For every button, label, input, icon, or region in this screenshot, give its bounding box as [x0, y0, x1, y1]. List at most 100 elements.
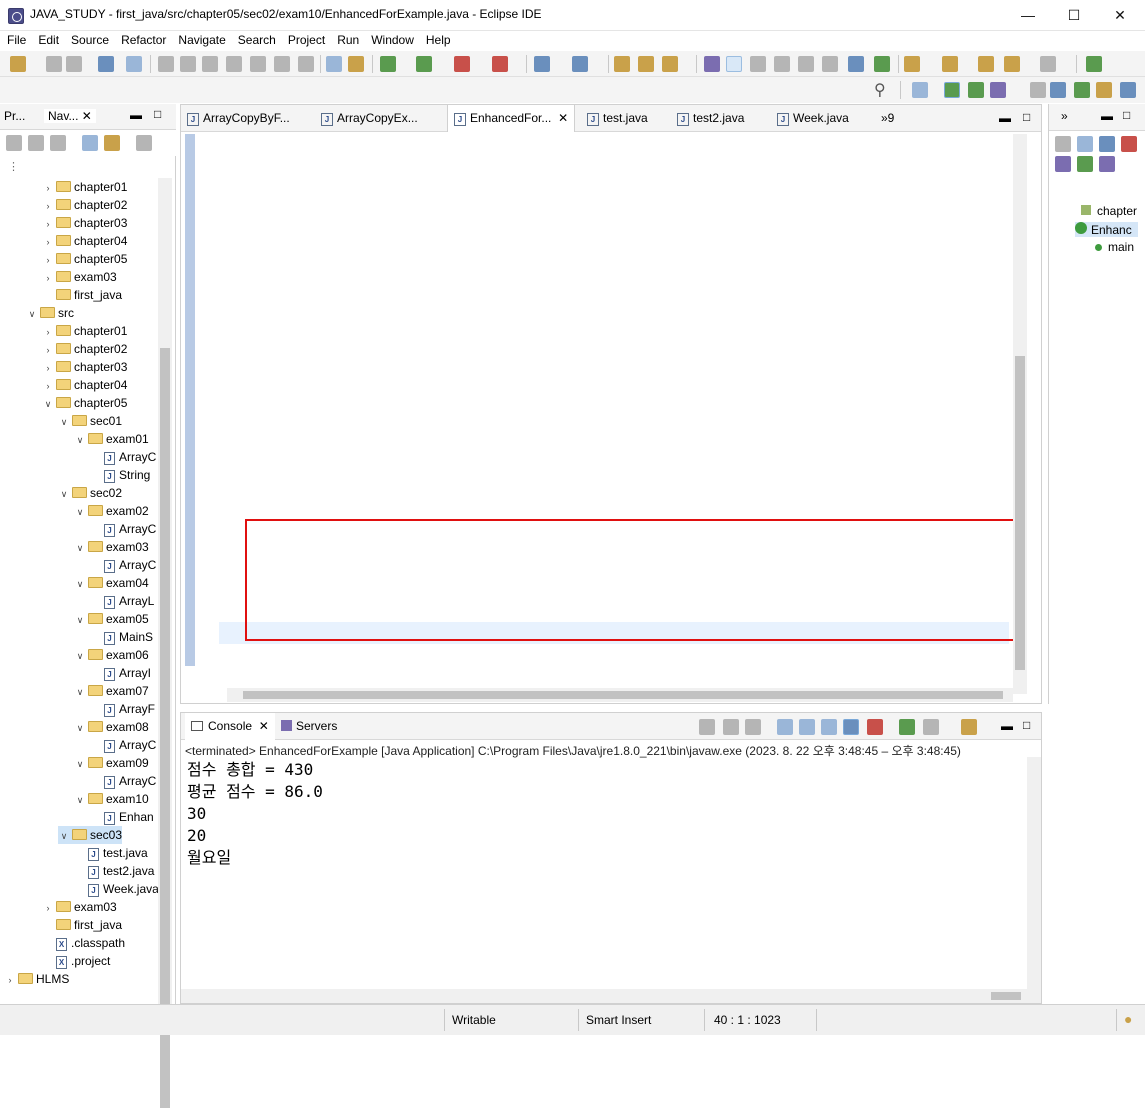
- tree-item[interactable]: › exam03: [42, 268, 117, 286]
- word-wrap-icon[interactable]: [821, 719, 837, 735]
- chevron-right-icon[interactable]: ›: [42, 233, 54, 251]
- tree-item[interactable]: J ArrayC: [90, 448, 156, 466]
- open-console-icon[interactable]: [961, 719, 977, 735]
- hide-local-icon[interactable]: [1077, 156, 1093, 172]
- tree-item[interactable]: ∨ sec03: [58, 826, 123, 845]
- pin-console-icon[interactable]: [899, 719, 915, 735]
- minimize-view-icon[interactable]: ▬: [130, 108, 142, 122]
- tree-item[interactable]: ∨ chapter05: [42, 394, 128, 412]
- tab-test2-java[interactable]: Jtest2.java: [677, 105, 744, 132]
- chevron-right-icon[interactable]: ›: [42, 341, 54, 359]
- tree-item[interactable]: ∨ exam10: [74, 790, 149, 808]
- chevron-right-icon[interactable]: ›: [42, 323, 54, 341]
- word-wrap-icon[interactable]: [774, 56, 790, 72]
- tree-item[interactable]: ∨ exam03: [74, 538, 149, 556]
- close-icon[interactable]: ✕: [82, 109, 92, 123]
- chevron-down-icon[interactable]: ∨: [58, 827, 70, 845]
- maximize-editor-icon[interactable]: □: [1023, 110, 1030, 124]
- chevron-down-icon[interactable]: ∨: [74, 719, 86, 737]
- tree-item[interactable]: ∨ exam02: [74, 502, 149, 520]
- editor-vertical-scrollbar[interactable]: [1013, 134, 1027, 694]
- tree-item[interactable]: ∨ src: [26, 304, 74, 322]
- git-perspective-icon[interactable]: [990, 82, 1006, 98]
- code-line[interactable]: final int NUM1 =20; //정수형 (int형) 변수 num을…: [227, 456, 969, 478]
- tree-item[interactable]: › chapter01: [42, 322, 128, 341]
- chevron-down-icon[interactable]: ∨: [74, 539, 86, 557]
- chevron-right-icon[interactable]: ›: [4, 971, 16, 986]
- code-line[interactable]: double avg = (double) sum / scores.lengt…: [227, 258, 709, 280]
- tree-item[interactable]: J String: [90, 466, 150, 484]
- code-line[interactable]: }: [227, 170, 314, 192]
- menu-file[interactable]: File: [0, 31, 31, 47]
- restore-icon[interactable]: [1030, 82, 1046, 98]
- tab-enhancedfor[interactable]: J EnhancedFor... ✕: [447, 105, 576, 132]
- code-line[interactable]: int num =20; //정수형 (int형) 변수 num을 선언하고, …: [227, 346, 902, 368]
- tree-item[interactable]: Jtest2.java: [74, 862, 154, 880]
- tree-item[interactable]: J MainS: [90, 628, 153, 646]
- chevron-right-icon[interactable]: ›: [42, 269, 54, 287]
- tree-scrollbar[interactable]: [158, 178, 172, 1108]
- up-icon[interactable]: [50, 135, 66, 151]
- view-menu-icon[interactable]: [136, 135, 152, 151]
- paragraph-icon[interactable]: [822, 56, 838, 72]
- suspend-icon[interactable]: [180, 56, 196, 72]
- tree-item[interactable]: › chapter02: [42, 340, 128, 359]
- tree-item[interactable]: › HLMS: [4, 970, 70, 986]
- menu-run[interactable]: Run: [330, 31, 364, 47]
- link-outline-icon[interactable]: [1099, 156, 1115, 172]
- tree-item[interactable]: ∨ exam09: [74, 754, 149, 772]
- alpha-sort-icon[interactable]: [1099, 136, 1115, 152]
- code-line[interactable]: //상수: 정해진 값, 변경되지 않는 값, 관례상 대문자로 쓴다.: [227, 434, 763, 456]
- console-output[interactable]: 점수 총합 = 430 평균 점수 = 86.0 30 20 월요일: [187, 759, 1007, 869]
- terminate-console-icon[interactable]: [699, 719, 715, 735]
- save-all-icon[interactable]: [66, 56, 82, 72]
- sort-icon[interactable]: [1055, 136, 1071, 152]
- editor-hscroll-thumb[interactable]: [243, 691, 1003, 699]
- mark-occurrences-icon[interactable]: [726, 56, 742, 72]
- java-perspective-icon[interactable]: [944, 82, 960, 98]
- show-whitespace-icon[interactable]: [798, 56, 814, 72]
- code-line[interactable]: num = 30;: [227, 368, 391, 390]
- scroll-lock-icon[interactable]: [799, 719, 815, 735]
- chevron-down-icon[interactable]: ∨: [26, 305, 38, 323]
- chevron-down-icon[interactable]: ∨: [74, 503, 86, 521]
- code-line[interactable]: // num = 30;: [227, 478, 391, 500]
- tree-item[interactable]: › chapter03: [42, 214, 128, 233]
- chevron-right-icon[interactable]: ›: [42, 251, 54, 269]
- menu-navigate[interactable]: Navigate: [171, 31, 230, 47]
- chevron-down-icon[interactable]: ∨: [74, 683, 86, 701]
- tree-item[interactable]: ∨ exam01: [74, 430, 149, 448]
- tab-servers[interactable]: Servers: [281, 713, 337, 740]
- tree-item[interactable]: ∨ exam05: [74, 610, 149, 628]
- tab-navigator[interactable]: Nav... ✕: [44, 109, 96, 123]
- back-icon[interactable]: [6, 135, 22, 151]
- tree-item[interactable]: J ArrayC: [90, 556, 156, 574]
- console-horizontal-scrollbar[interactable]: [181, 989, 1027, 1003]
- tree-item[interactable]: first_java: [42, 916, 122, 934]
- chevron-right-icon[interactable]: ›: [42, 215, 54, 233]
- web-browser-icon[interactable]: [848, 56, 864, 72]
- tree-item[interactable]: › exam03: [42, 898, 117, 916]
- new-icon[interactable]: [10, 56, 26, 72]
- code-line[interactable]: System.out.println(num);: [227, 390, 535, 412]
- menu-source[interactable]: Source: [64, 31, 114, 47]
- chevron-right-icon[interactable]: ›: [42, 899, 54, 917]
- code-line[interactable]: System.out.println("평균 점수 = " + avg); //…: [227, 280, 846, 302]
- tree-item[interactable]: ∨ exam04: [74, 574, 149, 592]
- tree-item[interactable]: J Week.java: [74, 880, 159, 898]
- tree-item[interactable]: X .project: [42, 952, 110, 970]
- tree-item[interactable]: J ArrayL: [90, 592, 154, 610]
- tip-icon[interactable]: ●: [1124, 1011, 1132, 1027]
- run-icon[interactable]: [416, 56, 432, 72]
- clear-console-icon[interactable]: [777, 719, 793, 735]
- tree-item[interactable]: first_java: [42, 286, 122, 304]
- tasks-view-icon[interactable]: [1074, 82, 1090, 98]
- back-icon[interactable]: [1004, 56, 1020, 72]
- chevron-right-icon[interactable]: ›: [42, 197, 54, 215]
- hide-static-icon[interactable]: [1121, 136, 1137, 152]
- chevron-right-icon[interactable]: ›: [42, 359, 54, 377]
- forward-icon[interactable]: [1040, 56, 1056, 72]
- tree-item[interactable]: ∨ exam08: [74, 718, 149, 736]
- outline-view-icon[interactable]: [1050, 82, 1066, 98]
- tree-item[interactable]: X .classpath: [42, 934, 125, 952]
